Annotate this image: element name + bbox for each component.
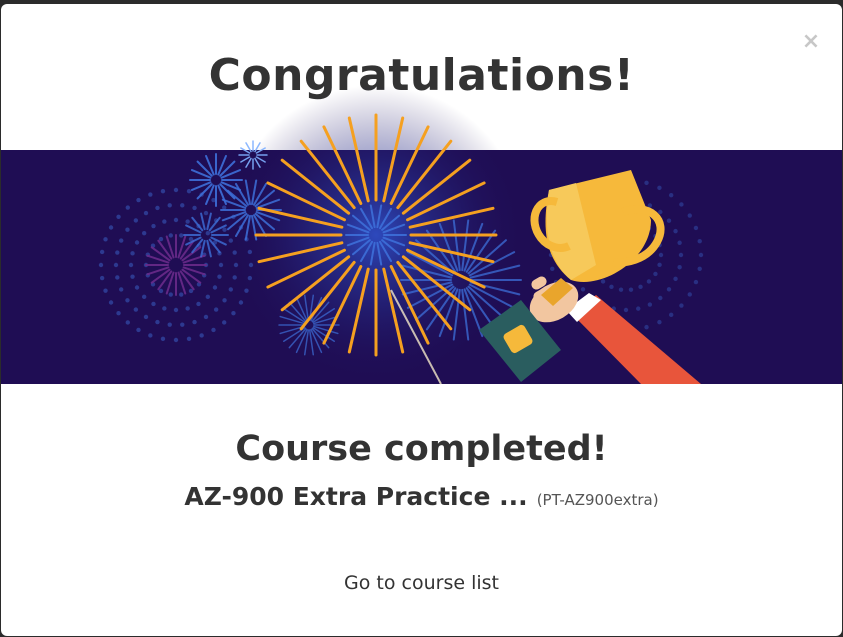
go-to-course-list-link[interactable]: Go to course list <box>1 572 842 594</box>
course-completed-heading: Course completed! <box>235 429 608 469</box>
course-code: (PT-AZ900extra) <box>536 491 659 509</box>
celebration-banner <box>1 85 842 385</box>
course-info: AZ-900 Extra Practice ... (PT-AZ900extra… <box>1 482 842 511</box>
course-name: AZ-900 Extra Practice ... <box>184 482 528 511</box>
celebration-illustration <box>1 85 842 385</box>
course-complete-dialog: × Congratulations! Course completed! AZ-… <box>1 4 842 636</box>
